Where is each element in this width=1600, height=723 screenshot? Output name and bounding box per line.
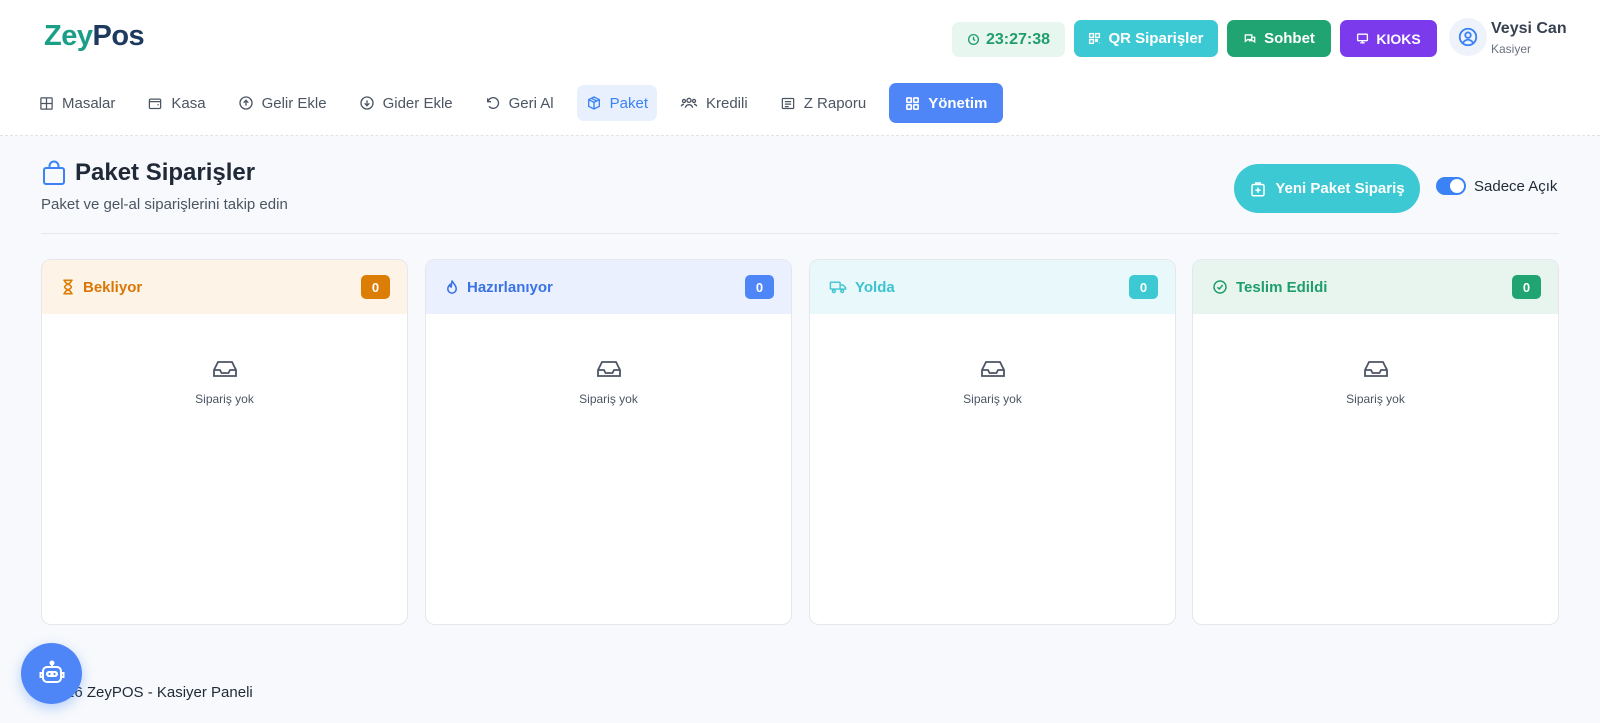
check-circle-icon <box>1213 280 1227 294</box>
new-package-order-button[interactable]: Yeni Paket Sipariş <box>1234 164 1420 213</box>
nav-label: Gelir Ekle <box>261 94 327 112</box>
logo-text-pos: Pos <box>92 20 145 52</box>
empty-state: Sipariş yok <box>1193 358 1558 406</box>
section-divider <box>41 233 1559 234</box>
column-count-badge: 0 <box>361 275 390 299</box>
nav-paket[interactable]: Paket <box>576 85 657 121</box>
robot-icon <box>39 660 64 683</box>
truck-icon <box>829 281 847 294</box>
column-yolda: Yolda 0 Sipariş yok <box>809 259 1176 625</box>
box-icon <box>587 96 600 110</box>
clock-badge: 23:27:38 <box>952 22 1065 57</box>
column-header: Bekliyor 0 <box>42 260 407 314</box>
arrow-down-circle-icon <box>359 96 374 110</box>
hourglass-icon <box>63 279 73 295</box>
nav-label: Z Raporu <box>803 94 867 112</box>
nav-masalar[interactable]: Masalar <box>30 85 124 121</box>
nav-label: Gider Ekle <box>382 94 453 112</box>
column-header: Yolda 0 <box>810 260 1175 314</box>
empty-text: Sipariş yok <box>579 392 638 406</box>
nav-gelir-ekle[interactable]: Gelir Ekle <box>229 85 336 121</box>
empty-state: Sipariş yok <box>810 358 1175 406</box>
qr-orders-label: QR Siparişler <box>1108 30 1204 47</box>
nav-label: Kasa <box>171 94 206 112</box>
monitor-icon <box>1357 33 1369 44</box>
nav-gider-ekle[interactable]: Gider Ekle <box>350 85 462 121</box>
flame-icon <box>447 279 457 294</box>
user-role: Kasiyer <box>1491 42 1532 56</box>
user-name: Veysi Can <box>1491 20 1567 37</box>
inbox-icon <box>980 361 1005 377</box>
page-title-text: Paket Siparişler <box>75 159 256 186</box>
qr-icon <box>1089 32 1101 45</box>
clock-icon <box>967 33 980 46</box>
empty-state: Sipariş yok <box>42 358 407 406</box>
footer-text: 26 ZeyPOS - Kasiyer Paneli <box>66 684 253 701</box>
toggle-label: Sadece Açık <box>1474 177 1558 195</box>
undo-icon <box>486 97 499 109</box>
arrow-up-circle-icon <box>238 96 253 110</box>
nav-label: Masalar <box>62 94 116 112</box>
receipt-icon <box>781 97 794 109</box>
wallet-icon <box>149 98 162 109</box>
column-count-badge: 0 <box>745 275 774 299</box>
user-menu[interactable]: Veysi Can Kasiyer <box>1449 18 1599 60</box>
qr-orders-button[interactable]: QR Siparişler <box>1074 20 1218 57</box>
column-title: Teslim Edildi <box>1236 278 1328 296</box>
empty-text: Sipariş yok <box>1346 392 1405 406</box>
column-hazirlaniyor: Hazırlanıyor 0 Sipariş yok <box>425 259 792 625</box>
nav-label: Kredili <box>706 94 748 112</box>
inbox-icon <box>596 361 621 377</box>
inbox-icon <box>1363 361 1388 377</box>
assistant-button[interactable] <box>21 643 82 704</box>
page-subtitle: Paket ve gel-al siparişlerini takip edin <box>41 196 288 213</box>
nav-geri-al[interactable]: Geri Al <box>476 85 563 121</box>
empty-text: Sipariş yok <box>963 392 1022 406</box>
clock-time: 23:27:38 <box>985 30 1051 48</box>
chat-label: Sohbet <box>1264 30 1315 47</box>
users-icon <box>680 97 698 108</box>
column-teslim-edildi: Teslim Edildi 0 Sipariş yok <box>1192 259 1559 625</box>
nav-yonetim[interactable]: Yönetim <box>889 83 1004 123</box>
kiosk-button[interactable]: KIOKS <box>1340 20 1437 57</box>
only-open-toggle[interactable]: Sadece Açık <box>1436 177 1557 195</box>
column-bekliyor: Bekliyor 0 Sipariş yok <box>41 259 408 625</box>
inbox-icon <box>212 361 237 377</box>
toggle-switch[interactable] <box>1436 177 1466 195</box>
column-count-badge: 0 <box>1129 275 1158 299</box>
chat-icon <box>1244 33 1256 43</box>
column-title: Bekliyor <box>83 278 143 296</box>
empty-state: Sipariş yok <box>426 358 791 406</box>
column-header: Teslim Edildi 0 <box>1193 260 1558 314</box>
grid-icon <box>40 96 53 110</box>
new-order-label: Yeni Paket Sipariş <box>1275 180 1405 197</box>
empty-text: Sipariş yok <box>195 392 254 406</box>
column-header: Hazırlanıyor 0 <box>426 260 791 314</box>
user-circle-icon <box>1458 27 1478 47</box>
column-count-badge: 0 <box>1512 275 1541 299</box>
chat-button[interactable]: Sohbet <box>1227 20 1331 57</box>
nav-label: Geri Al <box>508 94 554 112</box>
app-logo[interactable]: ZeyPos <box>44 20 145 53</box>
shopping-bag-icon <box>43 160 65 185</box>
column-title: Hazırlanıyor <box>467 278 553 296</box>
column-title: Yolda <box>855 278 895 296</box>
nav-kasa[interactable]: Kasa <box>138 85 214 121</box>
kiosk-label: KIOKS <box>1376 30 1421 47</box>
nav-kredili[interactable]: Kredili <box>671 85 757 121</box>
nav-label: Yönetim <box>928 94 988 112</box>
dashboard-icon <box>906 96 920 110</box>
logo-text-zey: Zey <box>44 20 93 52</box>
nav-label: Paket <box>609 94 648 112</box>
page-title: Paket Siparişler <box>42 159 255 187</box>
main-nav: Masalar Kasa Gelir Ekle Gider Ekle Geri … <box>30 83 1017 123</box>
avatar[interactable] <box>1449 18 1487 56</box>
nav-z-raporu[interactable]: Z Raporu <box>771 85 876 121</box>
package-plus-icon <box>1251 181 1266 196</box>
top-header: ZeyPos 23:27:38 QR Siparişler Sohbet KIO… <box>0 0 1600 136</box>
